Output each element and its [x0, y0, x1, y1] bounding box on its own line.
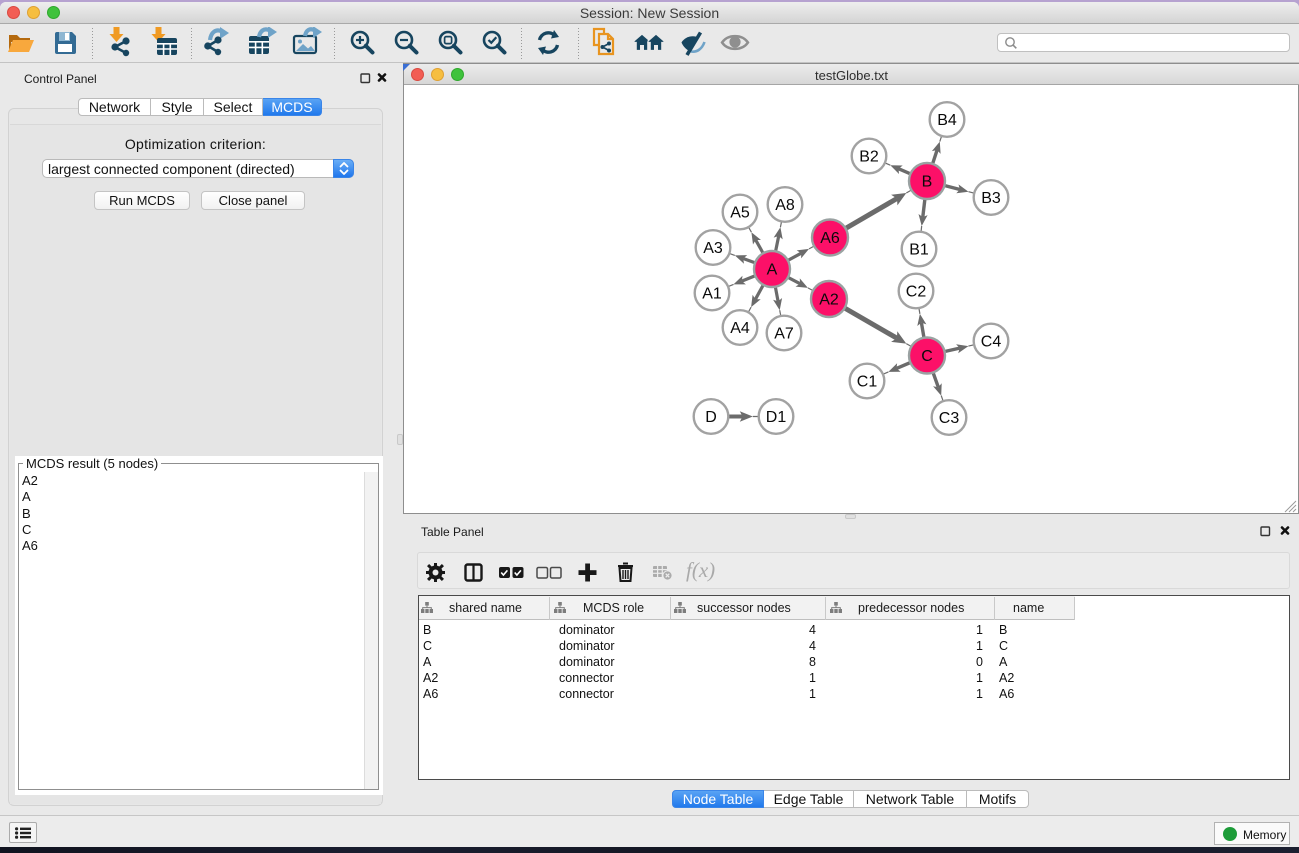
svg-text:A1: A1 — [702, 286, 722, 303]
svg-text:B1: B1 — [909, 242, 929, 259]
svg-text:B2: B2 — [859, 149, 879, 166]
svg-text:D1: D1 — [766, 409, 787, 426]
svg-text:B: B — [922, 174, 933, 191]
svg-text:A4: A4 — [730, 320, 750, 337]
svg-text:C1: C1 — [857, 374, 878, 391]
svg-text:D: D — [705, 409, 717, 426]
svg-text:C3: C3 — [939, 410, 960, 427]
svg-text:B3: B3 — [981, 190, 1001, 207]
svg-text:C4: C4 — [981, 334, 1002, 351]
svg-text:A7: A7 — [774, 326, 794, 343]
svg-text:C2: C2 — [906, 284, 927, 301]
svg-text:A2: A2 — [819, 292, 839, 309]
svg-text:A5: A5 — [730, 205, 750, 222]
svg-text:C: C — [921, 348, 933, 365]
svg-text:B4: B4 — [937, 112, 957, 129]
svg-text:A8: A8 — [775, 197, 795, 214]
svg-text:A3: A3 — [703, 240, 723, 257]
svg-text:A6: A6 — [820, 230, 840, 247]
svg-text:A: A — [767, 262, 778, 279]
